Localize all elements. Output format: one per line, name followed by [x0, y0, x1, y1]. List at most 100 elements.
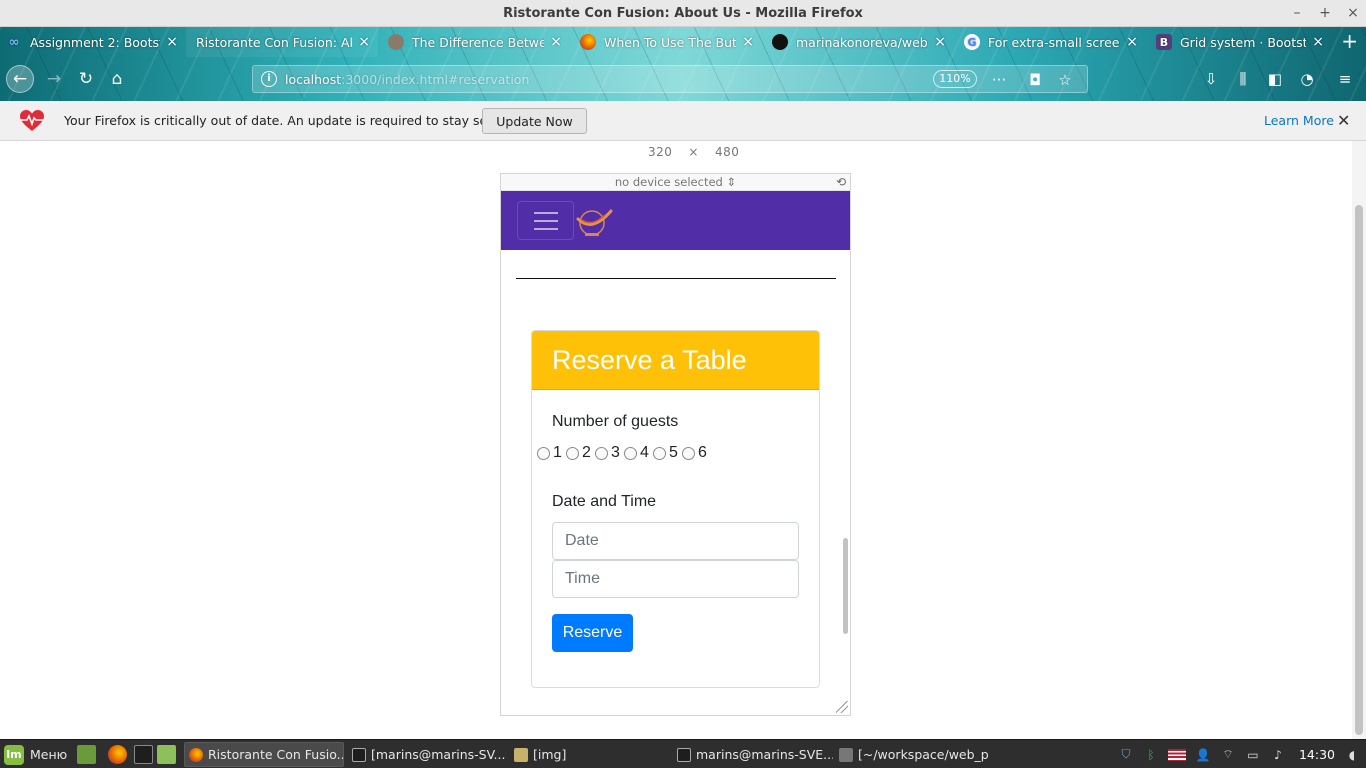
library-icon[interactable]: ⫼	[1232, 69, 1254, 89]
terminal-icon	[352, 747, 366, 762]
date-input[interactable]: Date	[552, 522, 799, 560]
us-flag-keyboard-icon[interactable]	[1167, 748, 1186, 761]
shield-icon[interactable]: ⛉	[1118, 747, 1134, 763]
bookmark-star-icon[interactable]: ☆	[1055, 70, 1075, 90]
clock[interactable]: 14:30	[1299, 747, 1335, 762]
reserve-button[interactable]: Reserve	[552, 614, 633, 652]
time-input[interactable]: Time	[552, 560, 799, 598]
rotate-device-icon[interactable]: ⟲	[836, 174, 846, 191]
device-selector[interactable]: no device selected ⇕	[615, 175, 736, 189]
tab-close-icon[interactable]: ×	[742, 34, 754, 50]
window-label: [img]	[533, 747, 567, 762]
minimize-button[interactable]: –	[1290, 0, 1304, 27]
scrollbar-thumb[interactable]	[1355, 205, 1363, 735]
tab-close-icon[interactable]: ×	[550, 34, 562, 50]
tab-assignment[interactable]: ∞ Assignment 2: Bootstra ×	[0, 27, 186, 57]
radio-button[interactable]	[537, 446, 550, 460]
card-title: Reserve a Table	[552, 345, 747, 375]
files-launcher-icon[interactable]	[157, 745, 176, 764]
tab-close-icon[interactable]: ×	[1312, 34, 1324, 50]
tab-difference[interactable]: The Difference Betwee ×	[378, 27, 570, 57]
tab-close-icon[interactable]: ×	[934, 34, 946, 50]
tab-close-icon[interactable]: ×	[358, 34, 370, 50]
tab-label: Assignment 2: Bootstra	[30, 34, 160, 50]
taskbar-window-terminal-1[interactable]: [marins@marins-SV...	[348, 742, 508, 767]
hamburger-menu-icon[interactable]: ≡	[1334, 69, 1356, 89]
guest-option-2[interactable]: 2	[566, 444, 595, 462]
start-menu-button[interactable]: lm Меню	[4, 744, 67, 765]
option-label: 1	[553, 444, 562, 461]
tab-github[interactable]: marinakonoreva/web_p ×	[762, 27, 954, 57]
url-bar[interactable]: i localhost:3000/index.html#reservation …	[252, 65, 1088, 93]
home-button[interactable]: ⌂	[103, 65, 131, 93]
update-now-button[interactable]: Update Now	[482, 108, 587, 134]
taskbar-window-terminal-2[interactable]: marins@marins-SVE...	[673, 742, 833, 767]
tab-close-icon[interactable]: ×	[1126, 34, 1138, 50]
page-scrollbar[interactable]	[1352, 141, 1366, 739]
tab-when-to-use[interactable]: When To Use The Butt ×	[570, 27, 762, 57]
navbar-toggler-button[interactable]	[517, 201, 574, 240]
taskbar-window-firefox[interactable]: Ristorante Con Fusio...	[184, 742, 344, 767]
heart-monitor-icon	[20, 110, 44, 131]
tab-google[interactable]: G For extra-small screen ×	[954, 27, 1146, 57]
info-icon[interactable]: i	[261, 71, 277, 87]
guest-option-6[interactable]: 6	[682, 444, 711, 462]
toggler-bar	[534, 212, 558, 214]
notifications-icon[interactable]: ◖	[1344, 747, 1360, 763]
history-clock-icon[interactable]: ◔	[1296, 69, 1318, 89]
firefox-icon	[189, 747, 203, 762]
forward-button[interactable]: →	[40, 65, 68, 93]
back-button[interactable]: ←	[6, 65, 34, 93]
guest-option-5[interactable]: 5	[653, 444, 682, 462]
guest-option-1[interactable]: 1	[537, 444, 566, 462]
sublime-icon	[839, 747, 853, 762]
pocket-icon[interactable]: ◘	[1025, 70, 1045, 90]
zoom-level[interactable]: 110%	[933, 70, 977, 88]
url-text[interactable]: localhost:3000/index.html#reservation	[285, 72, 529, 87]
radio-button[interactable]	[595, 446, 608, 460]
notification-close-icon[interactable]: ✕	[1337, 111, 1350, 130]
resize-handle[interactable]	[836, 701, 848, 713]
viewport-scrollbar[interactable]	[843, 538, 848, 634]
maximize-button[interactable]: +	[1318, 0, 1332, 27]
page-actions-icon[interactable]: ···	[989, 70, 1009, 90]
option-label: 3	[611, 444, 620, 461]
restaurant-logo[interactable]	[573, 203, 615, 239]
viewport-height[interactable]: 480	[715, 145, 739, 159]
wifi-icon[interactable]: ⌔	[1220, 747, 1236, 763]
radio-button[interactable]	[653, 446, 666, 460]
radio-button[interactable]	[682, 446, 695, 460]
option-label: 5	[669, 444, 678, 461]
new-tab-button[interactable]: +	[1341, 31, 1358, 51]
home-icon: ⌂	[111, 69, 123, 89]
terminal-launcher-icon[interactable]	[134, 745, 153, 764]
show-desktop-icon[interactable]	[77, 745, 96, 764]
learn-more-link[interactable]: Learn More	[1264, 113, 1334, 128]
guest-option-3[interactable]: 3	[595, 444, 624, 462]
user-icon[interactable]: 👤	[1195, 747, 1211, 763]
radio-button[interactable]	[624, 446, 637, 460]
responsive-viewport: no device selected ⇕ ⟲ Reserve a Table N…	[500, 173, 851, 716]
taskbar: lm Меню Ristorante Con Fusio... [marins@…	[0, 739, 1366, 768]
guest-option-4[interactable]: 4	[624, 444, 653, 462]
sidebar-icon[interactable]: ◧	[1264, 69, 1286, 89]
taskbar-window-folder[interactable]: [img]	[510, 742, 670, 767]
nav-toolbar: ← → ↻ ⌂ i localhost:3000/index.html#rese…	[0, 57, 1366, 101]
battery-icon[interactable]: ▭	[1245, 747, 1261, 763]
reload-button[interactable]: ↻	[72, 65, 100, 93]
tab-bootstrap[interactable]: B Grid system · Bootstrap ×	[1146, 27, 1332, 57]
radio-button[interactable]	[566, 446, 579, 460]
update-message: Your Firefox is critically out of date. …	[64, 113, 519, 128]
viewport-width[interactable]: 320	[648, 145, 672, 159]
terminal-icon	[677, 747, 691, 762]
close-window-button[interactable]: ×	[1346, 0, 1360, 27]
tab-ristorante[interactable]: Ristorante Con Fusion: Abo ×	[186, 27, 378, 57]
volume-icon[interactable]: ♪	[1270, 747, 1286, 763]
url-host: localhost	[285, 72, 342, 87]
bluetooth-icon[interactable]: ᛒ	[1143, 747, 1159, 763]
datetime-label: Date and Time	[552, 493, 657, 510]
taskbar-window-sublime[interactable]: [~/workspace/web_p...	[835, 742, 990, 767]
tab-close-icon[interactable]: ×	[166, 34, 178, 50]
firefox-launcher-icon[interactable]	[108, 745, 127, 764]
download-icon[interactable]: ⇩	[1200, 69, 1222, 89]
